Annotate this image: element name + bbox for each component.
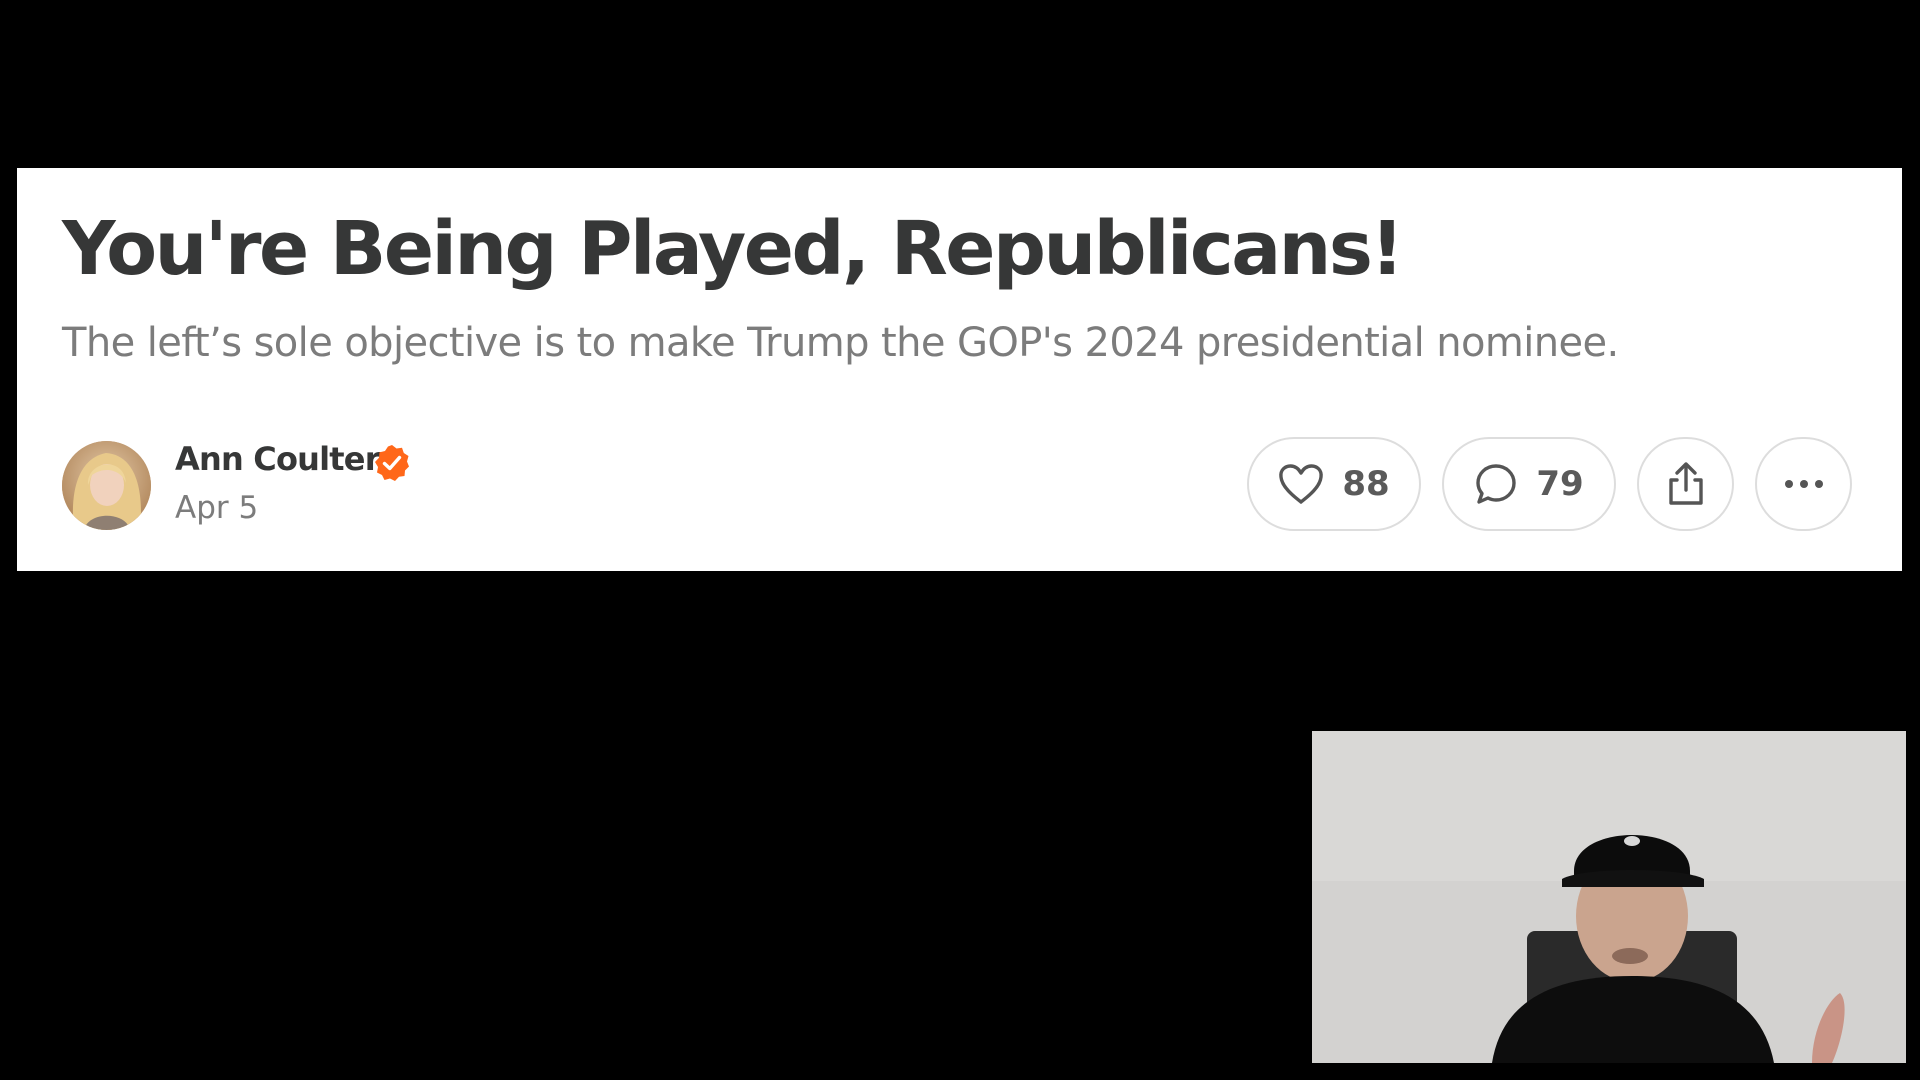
like-count: 88 (1342, 464, 1390, 504)
like-button[interactable]: 88 (1247, 437, 1421, 531)
speech-bubble-icon (1474, 462, 1518, 506)
verified-check-icon (373, 444, 411, 482)
share-button[interactable] (1637, 437, 1734, 531)
article-title: You're Being Played, Republicans! (62, 206, 1404, 292)
comment-count: 79 (1536, 464, 1584, 504)
comment-button[interactable]: 79 (1442, 437, 1616, 531)
more-options-button[interactable] (1755, 437, 1852, 531)
author-avatar[interactable] (62, 441, 151, 530)
share-icon (1665, 461, 1707, 507)
author-name[interactable]: Ann Coulter (175, 440, 380, 478)
heart-icon (1278, 463, 1324, 505)
publish-date: Apr 5 (175, 490, 259, 526)
article-header-card: You're Being Played, Republicans! The le… (17, 168, 1902, 571)
article-subtitle: The left’s sole objective is to make Tru… (62, 320, 1619, 366)
ellipsis-icon (1783, 479, 1825, 489)
webcam-video-overlay (1312, 731, 1906, 1063)
